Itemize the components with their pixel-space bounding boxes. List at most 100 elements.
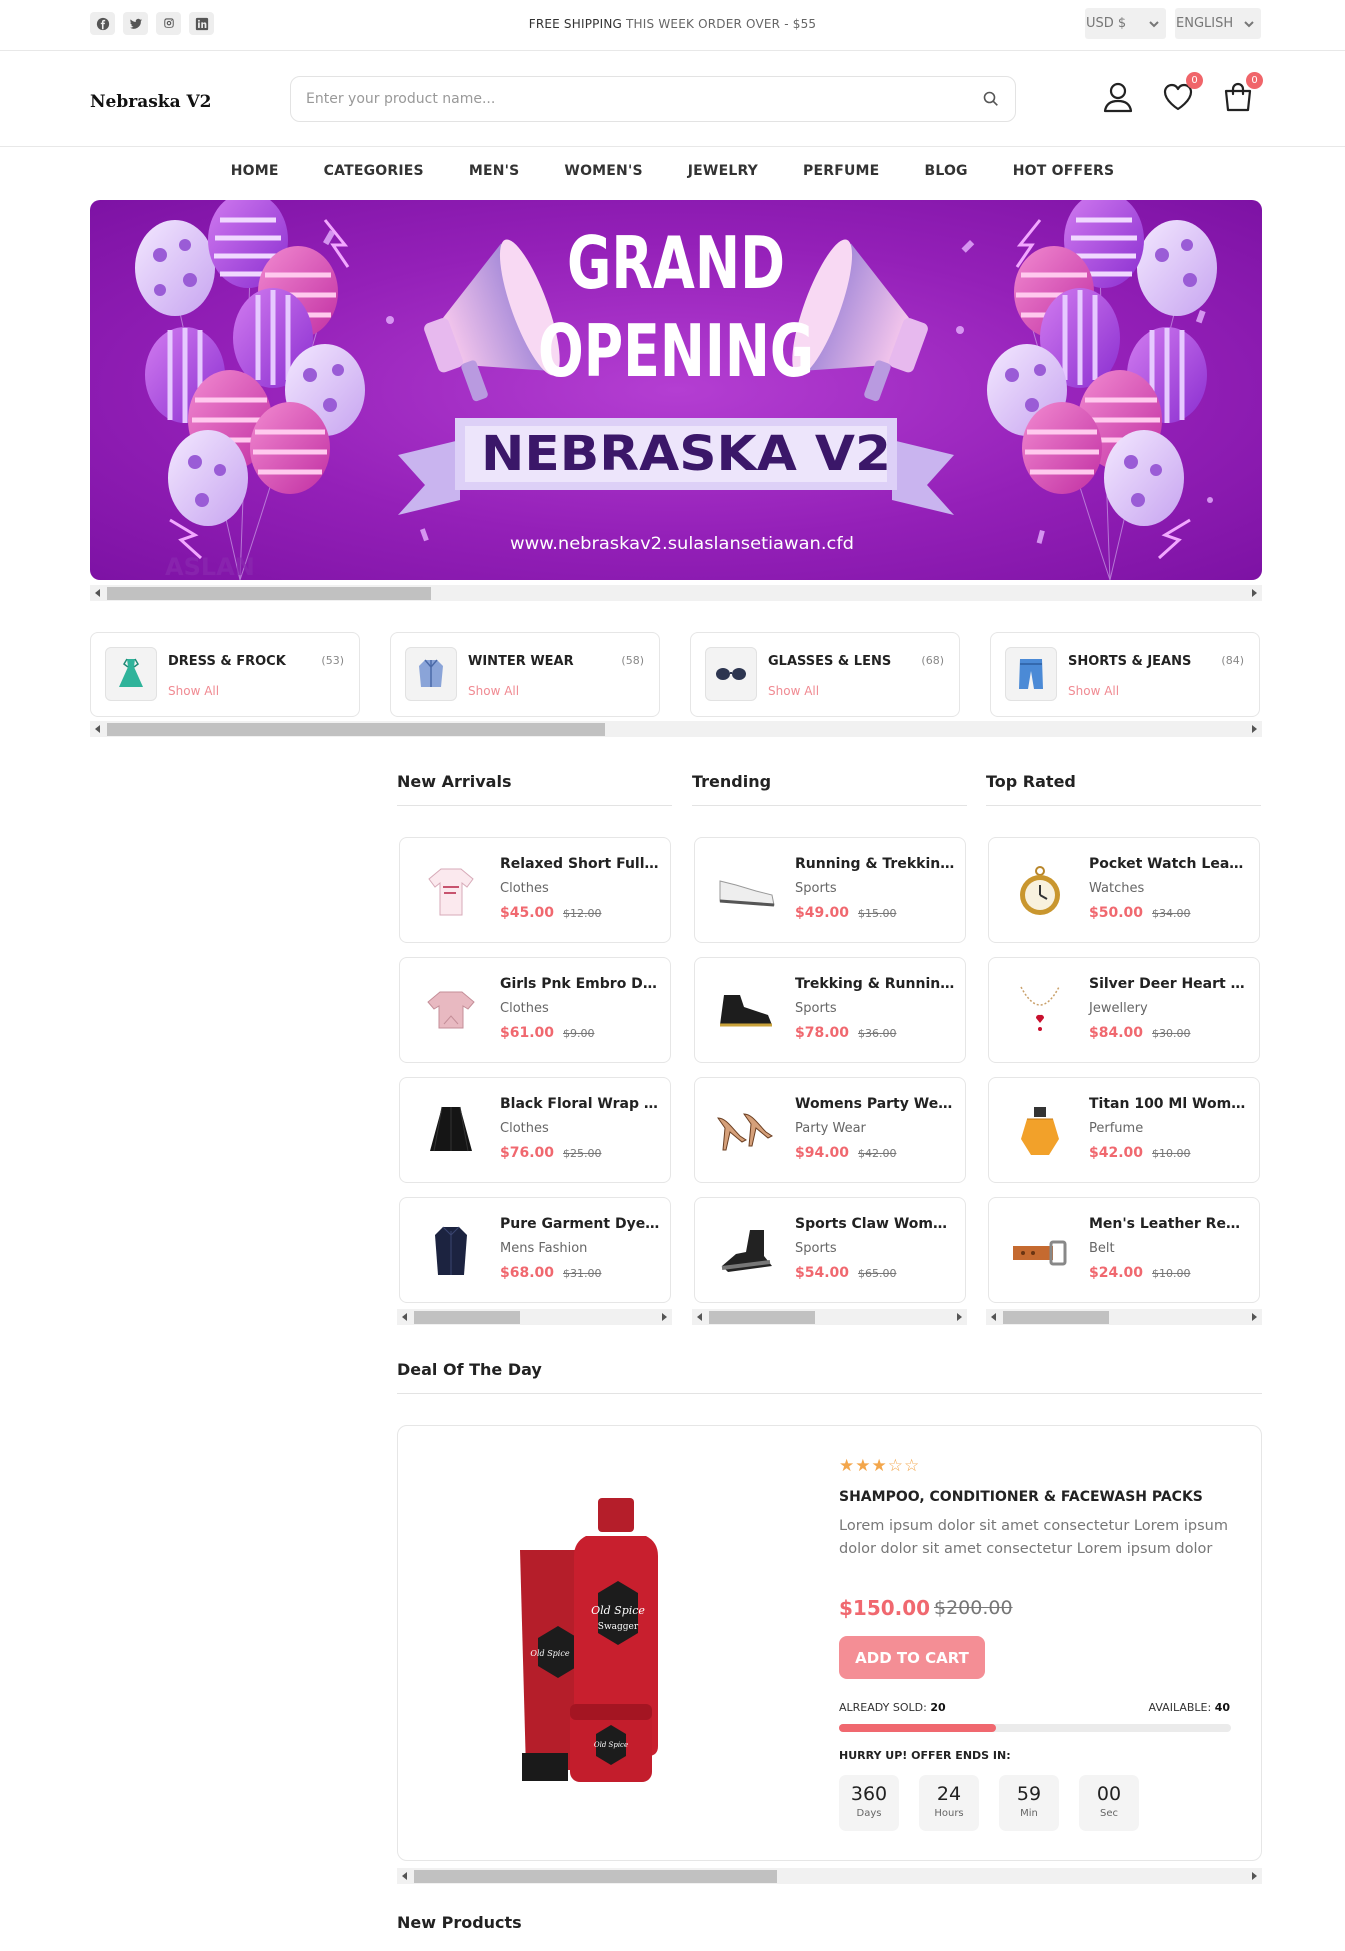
- product-old-price: $65.00: [858, 1267, 897, 1280]
- scroll-left-icon[interactable]: [90, 585, 106, 601]
- product-title[interactable]: Silver Deer Heart Necklace: [1089, 976, 1249, 992]
- jeans-icon: [1005, 647, 1057, 701]
- product-price: $61.00: [500, 1025, 555, 1041]
- product-title[interactable]: Relaxed Short Full Sleeve T-Shirt: [500, 856, 660, 872]
- scrollbar-thumb[interactable]: [414, 1870, 777, 1883]
- scrollbar-thumb[interactable]: [709, 1311, 815, 1324]
- product-category: Sports: [795, 881, 837, 896]
- product-title[interactable]: Running & Trekking Shoes - White: [795, 856, 955, 872]
- product-card[interactable]: Running & Trekking Shoes - White Sports …: [694, 837, 966, 943]
- nav-perfume[interactable]: PERFUME: [803, 163, 879, 179]
- show-all-link[interactable]: Show All: [468, 684, 519, 698]
- scroll-left-icon[interactable]: [986, 1309, 1002, 1325]
- category-card[interactable]: DRESS & FROCK (53) Show All: [90, 632, 360, 717]
- account-icon[interactable]: [1101, 80, 1135, 114]
- product-card[interactable]: Pocket Watch Leather Pouch Watches $50.0…: [988, 837, 1260, 943]
- product-card[interactable]: Silver Deer Heart Necklace Jewellery $84…: [988, 957, 1260, 1063]
- product-category: Sports: [795, 1241, 837, 1256]
- scroll-right-icon[interactable]: [1246, 721, 1262, 737]
- deal-product-image[interactable]: Old Spice Old Spice Swagger Old Spice: [508, 1498, 688, 1793]
- column-scrollbar[interactable]: [692, 1309, 967, 1325]
- necklace-image: [1005, 976, 1075, 1046]
- nav-jewelry[interactable]: JEWELRY: [688, 163, 758, 179]
- column-scrollbar[interactable]: [986, 1309, 1262, 1325]
- tube-brand-label: Old Spice: [530, 1649, 569, 1658]
- category-card[interactable]: GLASSES & LENS (68) Show All: [690, 632, 960, 717]
- nav-categories[interactable]: CATEGORIES: [324, 163, 424, 179]
- nav-hot-offers[interactable]: HOT OFFERS: [1013, 163, 1115, 179]
- scroll-right-icon[interactable]: [1246, 1868, 1262, 1884]
- category-name: WINTER WEAR: [468, 654, 574, 669]
- nav-blog[interactable]: BLOG: [924, 163, 967, 179]
- product-card[interactable]: Sports Claw Women's Shoes Sports $54.00 …: [694, 1197, 966, 1303]
- nav-womens[interactable]: WOMEN'S: [564, 163, 642, 179]
- product-title[interactable]: Girls Pnk Embro Design Top: [500, 976, 660, 992]
- wishlist-button[interactable]: 0: [1161, 72, 1203, 114]
- product-title[interactable]: Pocket Watch Leather Pouch: [1089, 856, 1249, 872]
- category-card[interactable]: WINTER WEAR (58) Show All: [390, 632, 660, 717]
- product-title[interactable]: Sports Claw Women's Shoes: [795, 1216, 955, 1232]
- deal-old-price: $200.00: [934, 1597, 1013, 1619]
- language-value: ENGLISH: [1176, 16, 1234, 31]
- scrollbar-thumb[interactable]: [414, 1311, 520, 1324]
- product-title[interactable]: Trekking & Running Shoes - black: [795, 976, 955, 992]
- product-title[interactable]: Pure Garment Dyed Cotton Shirt: [500, 1216, 660, 1232]
- scrollbar-thumb[interactable]: [107, 587, 431, 600]
- scroll-left-icon[interactable]: [397, 1868, 413, 1884]
- product-price: $84.00: [1089, 1025, 1144, 1041]
- product-card[interactable]: Pure Garment Dyed Cotton Shirt Mens Fash…: [399, 1197, 671, 1303]
- offer-ends-label: HURRY UP! OFFER ENDS IN:: [839, 1749, 1011, 1762]
- category-count: (84): [1221, 654, 1244, 667]
- product-card[interactable]: Girls Pnk Embro Design Top Clothes $61.0…: [399, 957, 671, 1063]
- top-bar: FREE SHIPPING THIS WEEK ORDER OVER - $55…: [0, 0, 1345, 51]
- hero-scrollbar[interactable]: [90, 585, 1262, 601]
- search-input[interactable]: [306, 77, 946, 121]
- product-title[interactable]: Men's Leather Reversible Belt: [1089, 1216, 1249, 1232]
- show-all-link[interactable]: Show All: [168, 684, 219, 698]
- product-card[interactable]: Relaxed Short Full Sleeve T-Shirt Clothe…: [399, 837, 671, 943]
- product-title[interactable]: Womens Party Wear Shoes: [795, 1096, 955, 1112]
- show-all-link[interactable]: Show All: [1068, 684, 1119, 698]
- product-card[interactable]: Titan 100 Ml Womens Perfume Perfume $42.…: [988, 1077, 1260, 1183]
- product-title[interactable]: Black Floral Wrap Midi Skirt: [500, 1096, 660, 1112]
- site-logo[interactable]: Nebraska V2: [90, 92, 212, 112]
- scroll-right-icon[interactable]: [1246, 1309, 1262, 1325]
- currency-value: USD $: [1086, 16, 1127, 31]
- star-empty-icon: ☆☆: [887, 1456, 921, 1476]
- product-price: $50.00: [1089, 905, 1144, 921]
- language-select[interactable]: ENGLISH: [1175, 8, 1261, 39]
- nav-home[interactable]: HOME: [231, 163, 279, 179]
- product-card[interactable]: Black Floral Wrap Midi Skirt Clothes $76…: [399, 1077, 671, 1183]
- product-price: $45.00: [500, 905, 555, 921]
- scroll-left-icon[interactable]: [397, 1309, 413, 1325]
- nav-mens[interactable]: MEN'S: [469, 163, 520, 179]
- add-to-cart-button[interactable]: ADD TO CART: [839, 1636, 985, 1679]
- product-card[interactable]: Womens Party Wear Shoes Party Wear $94.0…: [694, 1077, 966, 1183]
- scrollbar-thumb[interactable]: [1003, 1311, 1109, 1324]
- deal-section-title: Deal Of The Day: [397, 1360, 1262, 1394]
- scroll-right-icon[interactable]: [656, 1309, 672, 1325]
- column-scrollbar[interactable]: [397, 1309, 672, 1325]
- deal-product-name[interactable]: SHAMPOO, CONDITIONER & FACEWASH PACKS: [839, 1489, 1203, 1505]
- search-icon[interactable]: [982, 90, 1000, 108]
- currency-select[interactable]: USD $: [1085, 8, 1166, 39]
- scroll-left-icon[interactable]: [90, 721, 106, 737]
- product-category: Clothes: [500, 1001, 549, 1016]
- cart-button[interactable]: 0: [1221, 72, 1263, 114]
- scroll-right-icon[interactable]: [951, 1309, 967, 1325]
- show-all-link[interactable]: Show All: [768, 684, 819, 698]
- category-card[interactable]: SHORTS & JEANS (84) Show All: [990, 632, 1260, 717]
- scroll-left-icon[interactable]: [692, 1309, 708, 1325]
- bottle-brand-label: Old Spice: [591, 1604, 645, 1617]
- product-card[interactable]: Trekking & Running Shoes - black Sports …: [694, 957, 966, 1063]
- deal-description: Lorem ipsum dolor sit amet consectetur L…: [839, 1518, 1228, 1557]
- product-card[interactable]: Men's Leather Reversible Belt Belt $24.0…: [988, 1197, 1260, 1303]
- scroll-right-icon[interactable]: [1246, 585, 1262, 601]
- hero-banner[interactable]: GRAND OPENING NEBRASKA V2 www.nebraskav2…: [90, 200, 1262, 580]
- deal-scrollbar[interactable]: [397, 1868, 1262, 1884]
- category-scrollbar[interactable]: [90, 721, 1262, 737]
- hero-line2: OPENING: [538, 309, 814, 393]
- jacket-icon: [405, 647, 457, 701]
- scrollbar-thumb[interactable]: [107, 723, 605, 736]
- product-title[interactable]: Titan 100 Ml Womens Perfume: [1089, 1096, 1249, 1112]
